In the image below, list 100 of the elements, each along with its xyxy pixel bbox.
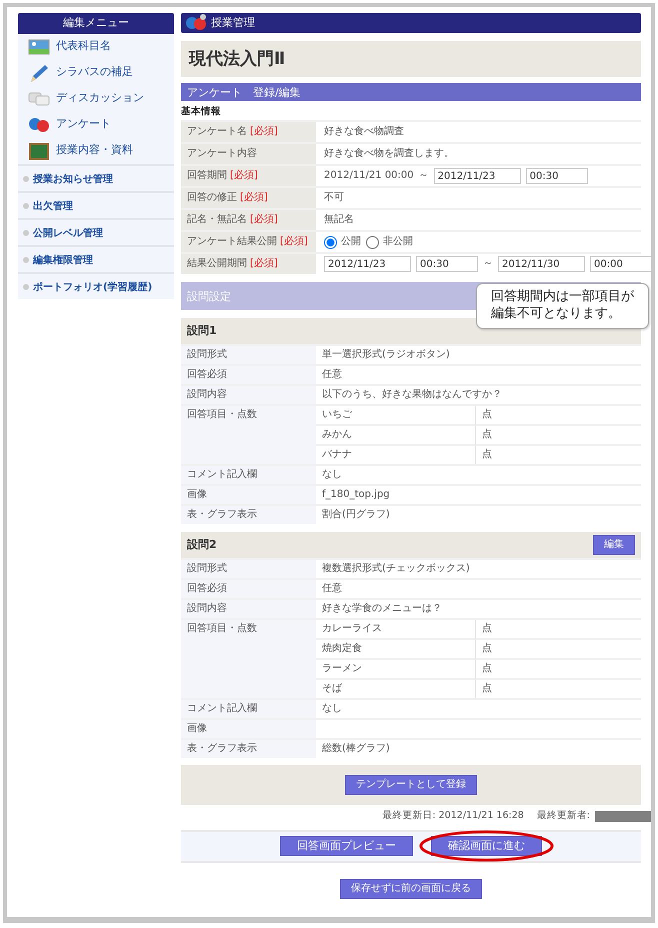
value-cell-text: 任意 bbox=[321, 368, 343, 382]
required-mark: [必須] bbox=[250, 125, 278, 140]
question-title: 設問1 bbox=[187, 323, 217, 339]
choice-cell: みかん bbox=[316, 426, 476, 446]
qa-bubbles-icon bbox=[185, 14, 207, 32]
label-cell: 回答必須 bbox=[181, 580, 316, 598]
radio-button[interactable] bbox=[324, 236, 337, 249]
sidebar-link[interactable]: 授業お知らせ管理 bbox=[18, 164, 174, 190]
field-label: アンケート結果公開 bbox=[187, 235, 277, 250]
label-cell: コメント記入欄 bbox=[181, 466, 316, 484]
label-cell: コメント記入欄 bbox=[181, 700, 316, 718]
unit-cell-text: 点 bbox=[481, 682, 493, 696]
value-cell-text: 総数(棒グラフ) bbox=[321, 742, 391, 756]
edit-button[interactable]: 編集 bbox=[593, 535, 635, 556]
action-button[interactable]: 確認画面に進む bbox=[431, 836, 542, 856]
action-button[interactable]: 回答画面プレビュー bbox=[280, 836, 413, 856]
input-field[interactable]: 00:30 bbox=[416, 256, 478, 272]
input-field[interactable]: 2012/11/30 bbox=[498, 256, 585, 272]
input-field[interactable]: 2012/11/23 bbox=[324, 256, 411, 272]
label-cell: 表・グラフ表示 bbox=[181, 740, 316, 758]
redacted-block bbox=[595, 810, 651, 822]
section-title: アンケート 登録/編集 bbox=[181, 83, 641, 101]
choice-cell: いちご bbox=[316, 406, 476, 426]
label-cell: 設問形式 bbox=[181, 560, 316, 578]
sidebar-link[interactable]: ポートフォリオ(学習履歴) bbox=[18, 272, 174, 298]
field-label: 回答期間 bbox=[187, 169, 227, 184]
bullet-icon bbox=[23, 230, 29, 236]
choice-cell: ラーメン bbox=[316, 660, 476, 680]
sidebar-item[interactable]: 授業内容・資料 bbox=[18, 138, 174, 164]
section-heading: 基本情報 bbox=[181, 105, 222, 119]
radio-button[interactable] bbox=[366, 236, 379, 249]
value-cell-text: なし bbox=[321, 468, 343, 482]
required-mark: [必須] bbox=[240, 191, 268, 206]
field-value: 好きな食べ物調査 bbox=[324, 125, 404, 140]
unit-cell: 点 bbox=[476, 660, 641, 680]
field-value: ～ bbox=[418, 169, 429, 184]
sidebar-link[interactable]: 出欠管理 bbox=[18, 190, 174, 218]
sidebar-item[interactable]: ディスカッション bbox=[18, 86, 174, 112]
field-label: 結果公開期間 bbox=[187, 257, 247, 272]
field-label: 回答の修正 bbox=[187, 191, 237, 206]
unit-cell: 点 bbox=[476, 640, 641, 660]
unit-cell-text: 点 bbox=[481, 448, 493, 462]
sidebar-link[interactable]: 編集権限管理 bbox=[18, 244, 174, 272]
updater-label: 最終更新者: bbox=[536, 809, 590, 824]
label-cell: 設問内容 bbox=[181, 600, 316, 618]
unit-cell: 点 bbox=[476, 406, 641, 426]
value-cell-text: 複数選択形式(チェックボックス) bbox=[321, 562, 471, 576]
radio-option[interactable]: 非公開 bbox=[366, 235, 413, 250]
template-button[interactable]: テンプレートとして登録 bbox=[345, 775, 477, 796]
sidebar-item[interactable]: 代表科目名 bbox=[18, 34, 174, 60]
input-field[interactable]: 00:30 bbox=[526, 168, 588, 184]
field-label: アンケート名 bbox=[187, 125, 247, 140]
required-mark: [必須] bbox=[250, 213, 278, 228]
bullet-icon bbox=[23, 202, 29, 209]
label-cell: 回答項目・点数 bbox=[181, 620, 316, 698]
value-cell-text: 単一選択形式(ラジオボタン) bbox=[321, 348, 451, 362]
header-title: 授業管理 bbox=[211, 14, 255, 31]
value-cell-text: 割合(円グラフ) bbox=[321, 508, 391, 522]
course-title: 現代法入門Ⅱ bbox=[181, 41, 641, 77]
label-cell: 表・グラフ表示 bbox=[181, 506, 316, 524]
required-mark: [必須] bbox=[280, 235, 308, 250]
choice-cell: カレーライス bbox=[316, 620, 476, 640]
required-mark: [必須] bbox=[230, 169, 258, 184]
choice-cell: 焼肉定食 bbox=[316, 640, 476, 660]
sidebar-item[interactable]: シラバスの補足 bbox=[18, 60, 174, 86]
value-cell-text: なし bbox=[321, 702, 343, 716]
unit-cell: 点 bbox=[476, 426, 641, 446]
bullet-icon bbox=[23, 176, 29, 182]
value-cell-text: 任意 bbox=[321, 582, 343, 596]
label-cell: 設問内容 bbox=[181, 386, 316, 404]
updated-label: 最終更新日: 2012/11/21 16:28 bbox=[382, 809, 524, 824]
field-label: 記名・無記名 bbox=[187, 213, 247, 228]
required-mark: [必須] bbox=[250, 257, 278, 272]
field-value: 2012/11/21 00:00 bbox=[324, 169, 414, 184]
choice-cell: そば bbox=[316, 680, 476, 698]
value-cell-text: 以下のうち、好きな果物はなんですか？ bbox=[321, 388, 503, 402]
label-cell: 回答必須 bbox=[181, 366, 316, 384]
radio-option[interactable]: 公開 bbox=[324, 235, 361, 250]
field-value: 不可 bbox=[324, 191, 344, 206]
field-label: アンケート内容 bbox=[187, 147, 257, 162]
pencil-icon bbox=[28, 62, 50, 82]
choice-cell: バナナ bbox=[316, 446, 476, 464]
sidebar-item[interactable]: アンケート bbox=[18, 112, 174, 138]
question-title: 設問2 bbox=[187, 537, 217, 553]
label-cell: 設問形式 bbox=[181, 346, 316, 364]
value-cell-text: f_180_top.jpg bbox=[321, 488, 391, 502]
bullet-icon bbox=[23, 284, 29, 290]
label-cell: 画像 bbox=[181, 720, 316, 738]
blackboard-icon bbox=[28, 140, 50, 160]
input-field[interactable]: 00:00 bbox=[590, 256, 651, 272]
value-cell-text: 好きな学食のメニューは？ bbox=[321, 602, 443, 616]
field-value: ～ bbox=[483, 257, 493, 272]
sidebar-link[interactable]: 公開レベル管理 bbox=[18, 218, 174, 244]
field-value: 無記名 bbox=[324, 213, 354, 228]
picture-icon bbox=[28, 36, 50, 56]
back-button[interactable]: 保存せずに前の画面に戻る bbox=[340, 878, 482, 898]
input-field[interactable]: 2012/11/23 bbox=[434, 168, 521, 184]
label-cell: 回答項目・点数 bbox=[181, 406, 316, 464]
bullet-icon bbox=[23, 256, 29, 263]
tooltip: 回答期間内は一部項目が 編集不可となります。 bbox=[476, 283, 649, 329]
